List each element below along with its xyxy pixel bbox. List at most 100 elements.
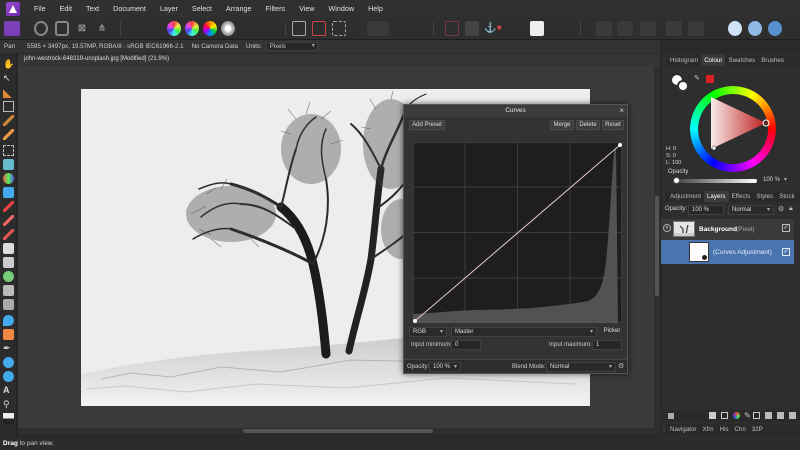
marquee-tool-icon[interactable] [3, 145, 14, 156]
picker-button[interactable]: Picker [600, 327, 624, 337]
secondary-colour-swatch[interactable] [677, 80, 689, 92]
align-center-icon[interactable] [617, 21, 633, 36]
user-account-icon[interactable] [728, 21, 742, 36]
duplicate-layer-icon[interactable] [777, 412, 784, 419]
marquee-intersect-icon[interactable] [332, 21, 346, 36]
export-persona-icon[interactable]: ⋔ [95, 21, 109, 36]
assistant-icon[interactable]: ⚓▾ [480, 21, 506, 36]
lock-icon[interactable]: 🔒︎ [789, 205, 793, 213]
opacity-dropdown[interactable]: 100 % [429, 362, 461, 372]
tab-layers[interactable]: Layers [703, 191, 729, 202]
share-icon[interactable] [768, 21, 782, 36]
paint-brush-tool-icon[interactable] [3, 201, 14, 212]
colour-opacity-value[interactable]: 100 % [763, 177, 780, 183]
layer-opacity-field[interactable]: 100 % [688, 205, 724, 215]
erase-brush-tool-icon[interactable] [3, 229, 14, 240]
none-colour-icon[interactable] [706, 75, 714, 83]
tab-navigator[interactable]: Navigator [667, 424, 699, 435]
blend-mode-dropdown[interactable]: Normal [546, 362, 616, 372]
snapping-icon[interactable] [445, 21, 459, 36]
menu-layer[interactable]: Layer [153, 0, 185, 18]
colour-opacity-handle[interactable] [673, 177, 680, 184]
colour-opacity-dropdown-icon[interactable]: ▾ [784, 176, 787, 183]
layer-blend-mode-dropdown[interactable]: Normal [728, 205, 774, 215]
cloud-sync-icon[interactable] [748, 21, 762, 36]
pen-tablet-icon[interactable] [530, 21, 544, 36]
flood-select-tool-icon[interactable] [3, 129, 14, 140]
crop-tool-icon[interactable] [3, 101, 14, 112]
merge-button[interactable]: Merge [550, 120, 574, 130]
tab-histogram[interactable]: Histogram [667, 55, 701, 66]
delete-layer-icon[interactable] [789, 412, 796, 419]
add-mask-icon[interactable] [709, 412, 716, 419]
color-picker-tool-icon[interactable] [3, 87, 14, 98]
layer-row-background[interactable]: ▾ Background (Pixel) ✓ [661, 219, 794, 240]
ellipse-tool-icon[interactable] [3, 371, 14, 382]
auto-white-balance-icon[interactable] [221, 21, 235, 36]
menu-arrange[interactable]: Arrange [219, 0, 259, 18]
liquify-persona-icon[interactable] [34, 21, 48, 36]
menu-window[interactable]: Window [322, 0, 362, 18]
mixer-brush-tool-icon[interactable] [3, 215, 14, 226]
inpainting-tool-icon[interactable] [3, 285, 14, 296]
layer-expand-icon[interactable]: ▾ [663, 224, 671, 232]
tab-colour[interactable]: Colour [701, 55, 726, 66]
menu-edit[interactable]: Edit [53, 0, 79, 18]
pen-tool-icon[interactable]: ✒ [3, 343, 14, 354]
adjustment-icon[interactable] [733, 412, 740, 419]
curve-black-point-handle[interactable] [413, 319, 417, 323]
tab-channels[interactable]: Chn [731, 424, 748, 435]
red-eye-tool-icon[interactable] [3, 299, 14, 310]
auto-colour-icon[interactable] [203, 21, 217, 36]
tab-transform[interactable]: Xfm [699, 424, 716, 435]
menu-document[interactable]: Document [106, 0, 153, 18]
delete-button[interactable]: Delete [576, 120, 600, 130]
align-right-icon[interactable] [640, 21, 656, 36]
blend-settings-icon[interactable]: ⚙ [618, 362, 624, 370]
marquee-subtract-icon[interactable] [312, 21, 326, 36]
menu-select[interactable]: Select [185, 0, 219, 18]
selection-brush-tool-icon[interactable] [3, 115, 14, 126]
document-tab[interactable]: john-westrock-648319-unsplash.jpg [Modif… [18, 54, 660, 66]
live-filter-icon[interactable]: ✎ [744, 411, 751, 420]
add-pixel-layer-icon[interactable] [721, 412, 728, 419]
input-maximum-field[interactable]: 1 [592, 340, 622, 350]
colour-space-dropdown[interactable]: RGB [409, 327, 447, 337]
tab-adjustment[interactable]: Adjustment [667, 191, 704, 202]
blemish-remover-tool-icon[interactable] [3, 271, 14, 282]
menu-file[interactable]: File [26, 0, 53, 18]
layers-menu-icon[interactable] [668, 413, 674, 419]
menu-text[interactable]: Text [79, 0, 106, 18]
affinity-photo-logo-icon[interactable] [6, 2, 20, 16]
move-tool-icon[interactable]: ↖ [3, 73, 14, 84]
add-group-icon[interactable] [753, 412, 760, 419]
add-layer-icon[interactable] [765, 412, 772, 419]
dodge-tool-icon[interactable] [3, 187, 14, 198]
colour-opacity-slider[interactable] [677, 179, 757, 183]
curves-title-bar[interactable]: Curves × [404, 105, 627, 117]
auto-contrast-icon[interactable] [185, 21, 199, 36]
add-preset-button[interactable]: Add Preset [409, 120, 445, 130]
eyedropper-icon[interactable]: ✎ [694, 75, 702, 83]
layer-row-curves[interactable]: (Curves Adjustment) ✓ [661, 240, 794, 264]
tab-stock[interactable]: Stock [776, 191, 797, 202]
layer-visibility-checkbox[interactable]: ✓ [782, 224, 790, 232]
gradient-tool-icon[interactable] [3, 173, 14, 184]
marquee-mode-icon[interactable] [292, 21, 306, 36]
menu-view[interactable]: View [292, 0, 321, 18]
tab-brushes[interactable]: Brushes [758, 55, 787, 66]
distribute-icon[interactable] [688, 21, 704, 36]
colour-wheel[interactable] [690, 86, 776, 172]
auto-levels-icon[interactable] [167, 21, 181, 36]
sharpen-brush-tool-icon[interactable] [3, 329, 14, 340]
tone-mapping-persona-icon[interactable]: ⊠ [75, 21, 89, 36]
quick-mask-icon[interactable] [367, 21, 389, 36]
layer-settings-icon[interactable]: ⚙ [778, 205, 784, 213]
zoom-tool-icon[interactable]: ⚲ [3, 399, 14, 410]
curves-graph[interactable] [413, 142, 622, 323]
view-tool-icon[interactable]: ✋ [3, 59, 14, 70]
close-icon[interactable]: × [619, 105, 624, 117]
menu-filters[interactable]: Filters [258, 0, 292, 18]
text-tool-icon[interactable]: A [3, 385, 14, 396]
blur-brush-tool-icon[interactable] [3, 315, 14, 326]
